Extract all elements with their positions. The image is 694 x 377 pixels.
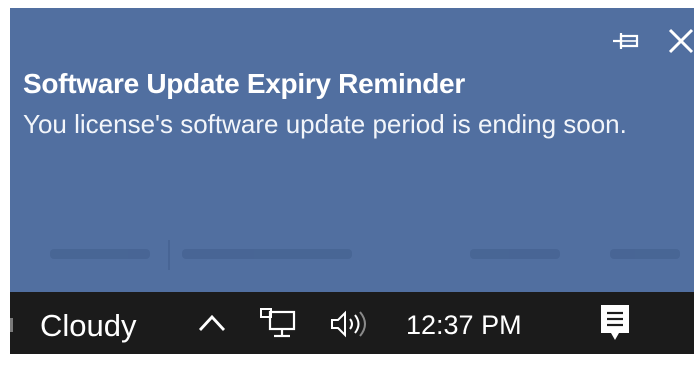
action-center-icon bbox=[601, 305, 629, 340]
volume-icon bbox=[331, 310, 366, 338]
close-icon bbox=[668, 28, 694, 54]
taskbar-edge-divider bbox=[10, 318, 13, 332]
volume-button[interactable] bbox=[328, 308, 374, 340]
show-hidden-icons-button[interactable] bbox=[194, 306, 230, 338]
clock[interactable]: 12:37 PM bbox=[406, 310, 522, 341]
chevron-up-icon bbox=[198, 314, 226, 331]
notification-title: Software Update Expiry Reminder bbox=[23, 68, 465, 99]
weather-widget[interactable]: Cloudy bbox=[40, 308, 137, 344]
close-button[interactable] bbox=[666, 24, 694, 56]
network-button[interactable] bbox=[258, 306, 298, 342]
toast-notification[interactable]: Software Update Expiry Reminder You lice… bbox=[10, 8, 694, 292]
notification-message: You license's software update period is … bbox=[23, 109, 627, 139]
pin-button[interactable] bbox=[610, 26, 642, 56]
screen-crop: Software Update Expiry Reminder You lice… bbox=[10, 8, 694, 354]
action-center-button[interactable] bbox=[598, 302, 632, 344]
faded-background-content bbox=[50, 240, 690, 270]
pin-icon bbox=[613, 33, 639, 49]
taskbar: Cloudy 12:37 PM bbox=[10, 292, 694, 354]
network-icon bbox=[260, 308, 296, 338]
